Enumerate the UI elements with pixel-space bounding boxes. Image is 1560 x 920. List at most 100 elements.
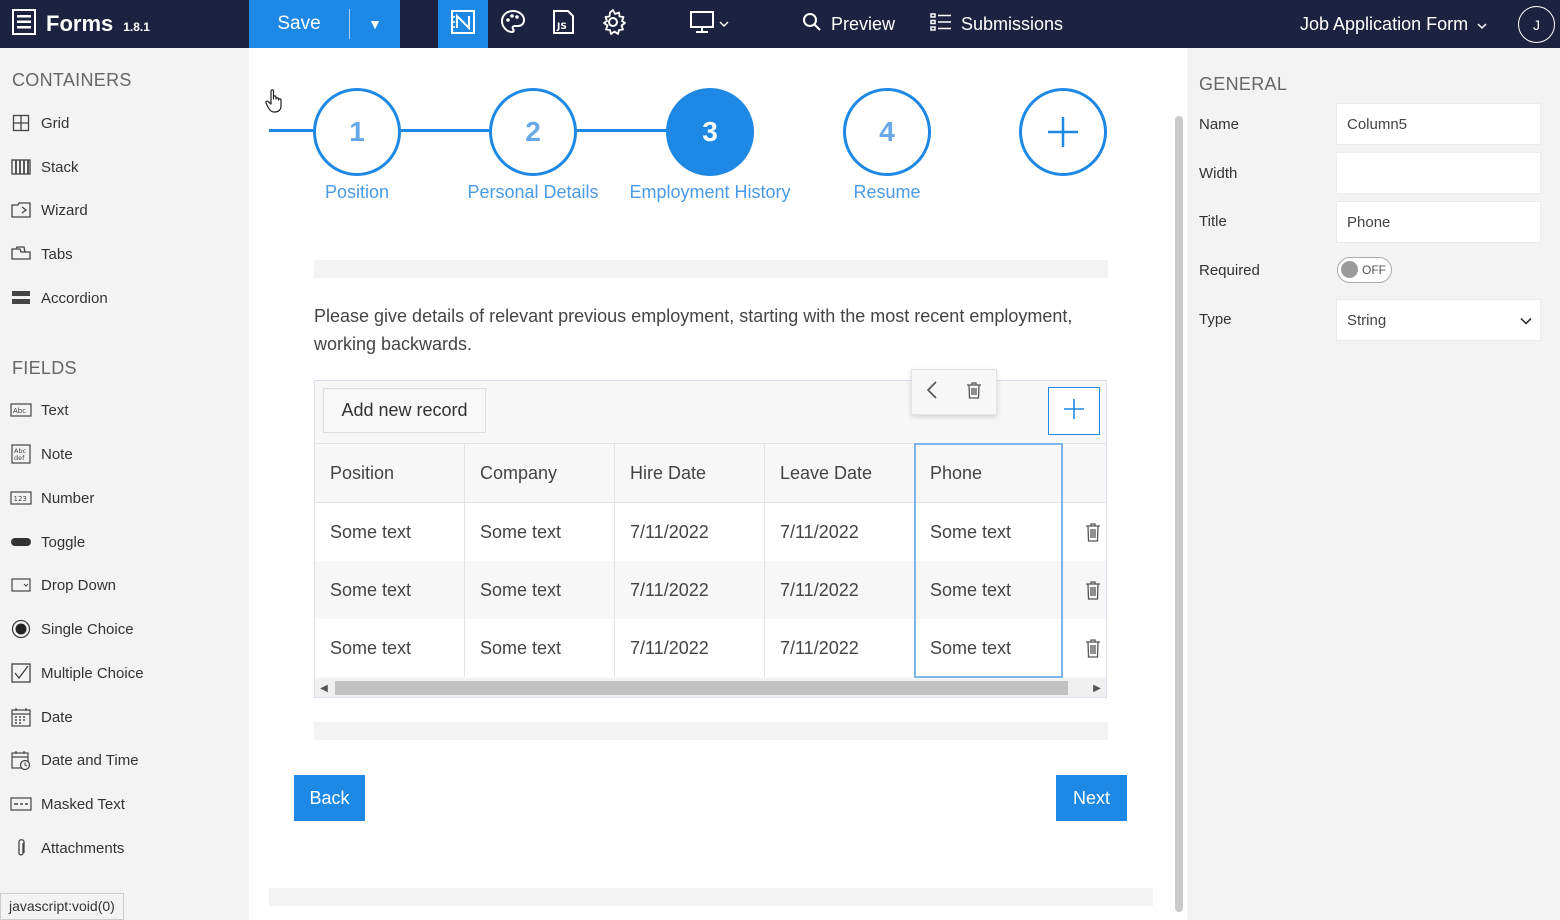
form-selector[interactable]: Job Application Form xyxy=(1300,0,1487,48)
add-new-record-button[interactable]: Add new record xyxy=(323,388,486,433)
sidebar-item-note[interactable]: Abc def Note xyxy=(10,441,73,467)
toggle-knob xyxy=(1341,261,1358,278)
horizontal-scrollbar[interactable]: ◀ ▶ xyxy=(315,679,1106,697)
table-header: Position Company Hire Date Leave Date Ph… xyxy=(315,443,1106,503)
table-cell[interactable]: 7/11/2022 xyxy=(765,619,915,677)
sidebar-item-accordion[interactable]: Accordion xyxy=(10,285,108,311)
designer-tool-button[interactable] xyxy=(438,0,488,48)
step-number: 2 xyxy=(489,88,577,176)
delete-row-button[interactable] xyxy=(1085,522,1101,547)
table-cell[interactable]: 7/11/2022 xyxy=(615,619,765,677)
avatar[interactable]: J xyxy=(1518,6,1555,43)
sidebar-item-date[interactable]: Date xyxy=(10,704,73,730)
save-dropdown-arrow-icon[interactable]: ▼ xyxy=(350,16,400,32)
settings-tool-button[interactable] xyxy=(588,0,638,48)
sidebar-item-label: Tabs xyxy=(41,245,73,263)
next-button[interactable]: Next xyxy=(1056,775,1127,821)
title-input[interactable]: Phone xyxy=(1336,201,1541,243)
brand: Forms 1.8.1 xyxy=(12,0,150,48)
submissions-button[interactable]: Submissions xyxy=(930,0,1063,48)
wizard-step-1[interactable]: 1 Position xyxy=(267,88,447,203)
table-cell[interactable]: Some text xyxy=(315,561,465,619)
sidebar-item-tabs[interactable]: Tabs xyxy=(10,241,73,267)
sidebar-item-wizard[interactable]: Wizard xyxy=(10,197,88,223)
table-cell[interactable]: Some text xyxy=(915,561,1063,619)
sidebar-item-drop-down[interactable]: Drop Down xyxy=(10,572,116,598)
canvas-vertical-scrollbar[interactable] xyxy=(1175,116,1183,912)
theme-tool-button[interactable] xyxy=(488,0,538,48)
step-label: Employment History xyxy=(629,182,791,202)
sidebar-item-label: Date xyxy=(41,708,73,726)
table-cell[interactable]: 7/11/2022 xyxy=(615,503,765,561)
add-column-button[interactable] xyxy=(1048,387,1100,435)
column-header-phone[interactable]: Phone xyxy=(915,444,1063,502)
trash-icon xyxy=(1085,581,1101,604)
forms-logo-icon xyxy=(12,8,36,40)
table-cell[interactable]: Some text xyxy=(915,503,1063,561)
table-cell[interactable]: Some text xyxy=(465,503,615,561)
table-cell[interactable]: 7/11/2022 xyxy=(765,503,915,561)
monitor-icon xyxy=(689,10,715,39)
sidebar-item-toggle[interactable]: Toggle xyxy=(10,529,85,555)
checkbox-icon xyxy=(10,662,32,684)
width-input[interactable] xyxy=(1336,152,1541,194)
toggle-state-text: OFF xyxy=(1362,263,1386,277)
scroll-left-arrow-icon[interactable]: ◀ xyxy=(315,679,333,697)
device-preview-button[interactable] xyxy=(684,0,734,48)
delete-column-button[interactable] xyxy=(966,381,982,404)
sidebar-item-label: Note xyxy=(41,445,73,463)
gear-icon xyxy=(599,8,627,41)
save-button[interactable]: Save xyxy=(249,13,349,35)
table-cell[interactable]: Some text xyxy=(915,619,1063,677)
wizard-step-4[interactable]: 4 Resume xyxy=(797,88,977,203)
table-cell[interactable]: Some text xyxy=(315,503,465,561)
sidebar-item-single-choice[interactable]: Single Choice xyxy=(10,616,134,642)
plus-icon xyxy=(1063,398,1085,425)
sidebar-item-stack[interactable]: Stack xyxy=(10,154,79,180)
employment-description: Please give details of relevant previous… xyxy=(314,306,1073,354)
table-cell[interactable]: Some text xyxy=(315,619,465,677)
sidebar-item-number[interactable]: 123 Number xyxy=(10,485,94,511)
column-header-position[interactable]: Position xyxy=(315,444,465,502)
sidebar-item-text[interactable]: Abc Text xyxy=(10,397,69,423)
svg-text:Abc: Abc xyxy=(13,407,26,415)
scrollbar-thumb[interactable] xyxy=(335,681,1068,695)
name-label: Name xyxy=(1199,116,1240,133)
step-number: 1 xyxy=(313,88,401,176)
table-cell[interactable]: 7/11/2022 xyxy=(765,561,915,619)
save-button-group[interactable]: Save ▼ xyxy=(249,0,400,48)
table-cell[interactable]: Some text xyxy=(465,561,615,619)
column-header-company[interactable]: Company xyxy=(465,444,615,502)
sidebar-item-attachments[interactable]: Attachments xyxy=(10,835,124,861)
sidebar-item-label: Attachments xyxy=(41,839,125,857)
text-field-icon: Abc xyxy=(10,399,32,421)
sidebar-item-grid[interactable]: Grid xyxy=(10,110,69,136)
back-button[interactable]: Back xyxy=(294,775,365,821)
wizard-step-3[interactable]: 3 Employment History xyxy=(620,88,800,203)
script-tool-button[interactable]: JS xyxy=(538,0,588,48)
table-cell[interactable]: Some text xyxy=(465,619,615,677)
sidebar-item-masked-text[interactable]: Masked Text xyxy=(10,791,125,817)
add-step-button[interactable] xyxy=(973,88,1153,176)
trash-icon xyxy=(966,381,982,403)
column-header-hire-date[interactable]: Hire Date xyxy=(615,444,765,502)
sidebar-item-date-and-time[interactable]: Date and Time xyxy=(10,747,139,773)
preview-button[interactable]: Preview xyxy=(802,0,895,48)
sidebar-item-multiple-choice[interactable]: Multiple Choice xyxy=(10,660,144,686)
scroll-right-arrow-icon[interactable]: ▶ xyxy=(1088,679,1106,697)
column-header-leave-date[interactable]: Leave Date xyxy=(765,444,915,502)
sidebar-item-label: Number xyxy=(41,489,95,507)
move-left-button[interactable] xyxy=(926,380,938,405)
delete-row-button[interactable] xyxy=(1085,580,1101,605)
table-cell[interactable]: 7/11/2022 xyxy=(615,561,765,619)
type-select[interactable]: String xyxy=(1336,299,1541,341)
table-row: Some text Some text 7/11/2022 7/11/2022 … xyxy=(315,503,1106,561)
name-input[interactable]: Column5 xyxy=(1336,103,1541,145)
step-label: Position xyxy=(324,182,390,202)
delete-row-button[interactable] xyxy=(1085,638,1101,663)
calendar-icon xyxy=(10,706,32,728)
column-toolbar xyxy=(911,369,997,415)
masked-text-icon xyxy=(10,793,32,815)
required-toggle[interactable]: OFF xyxy=(1337,257,1392,283)
wizard-step-2[interactable]: 2 Personal Details xyxy=(443,88,623,203)
